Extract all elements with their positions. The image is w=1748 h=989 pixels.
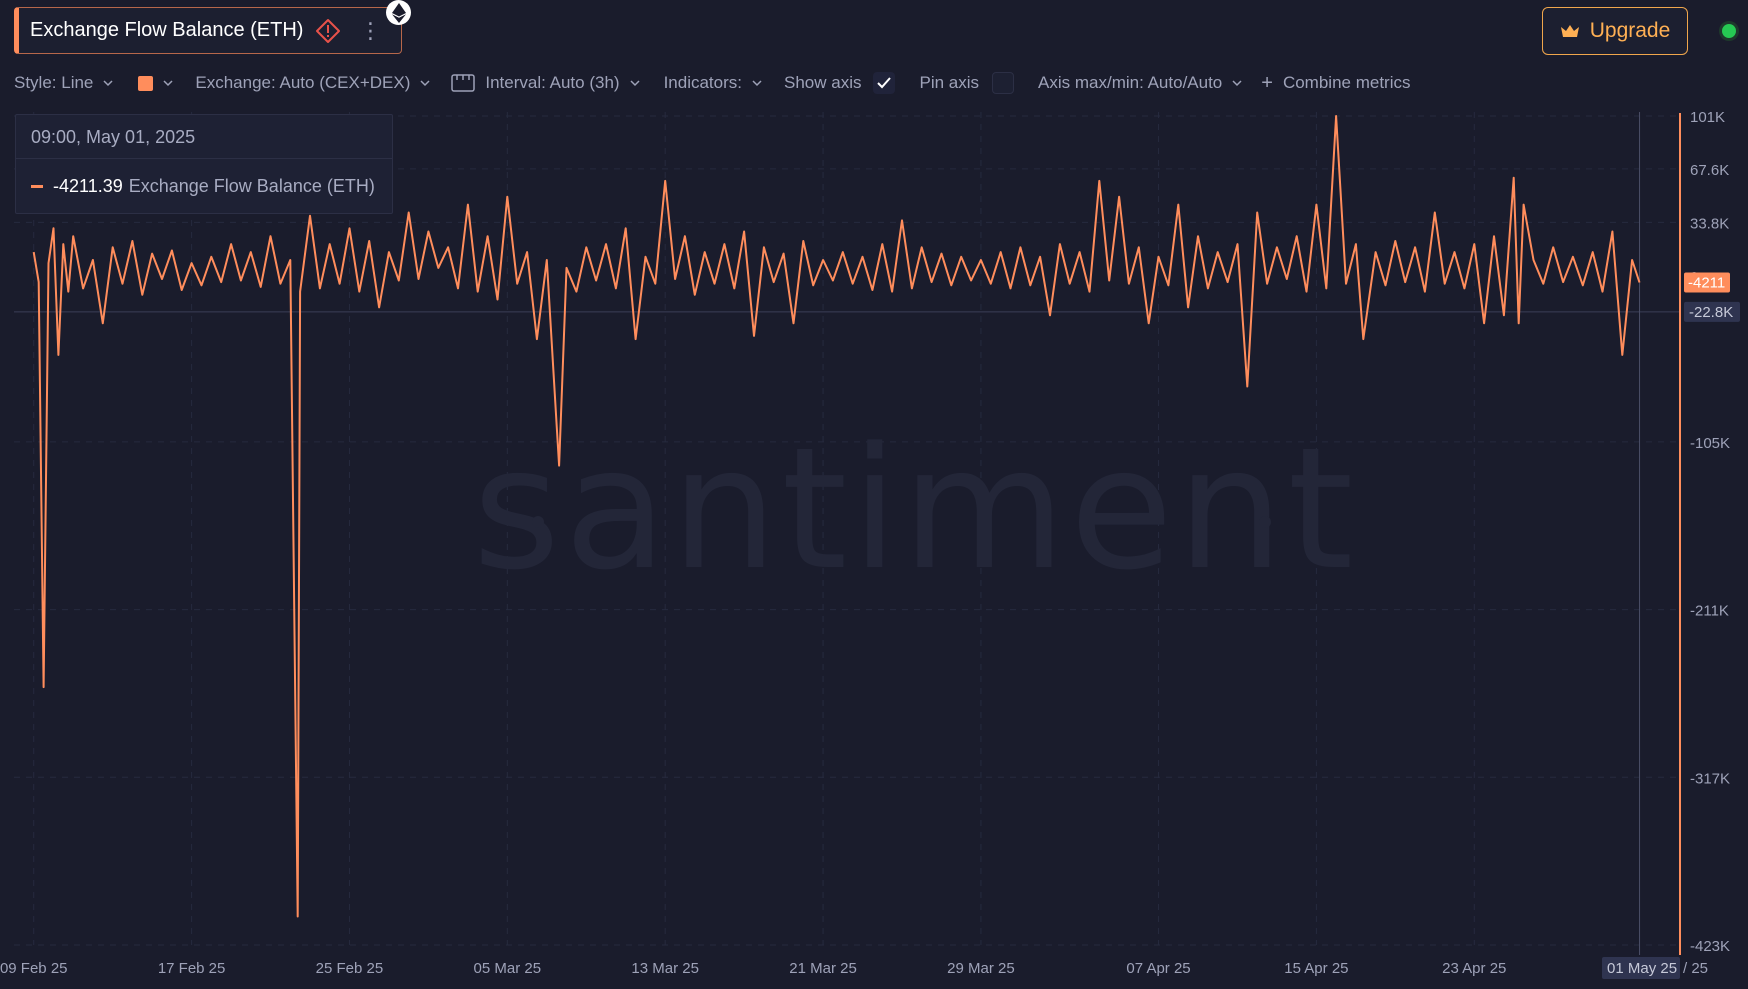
- x-tick-label: 13 Mar 25: [631, 960, 699, 977]
- watermark-dot: [1259, 516, 1271, 528]
- y-tick-label: 33.8K: [1690, 215, 1729, 232]
- x-tick-label: 21 Mar 25: [789, 960, 857, 977]
- series-color-dash: [31, 185, 43, 188]
- tooltip-datetime: 09:00, May 01, 2025: [16, 115, 392, 159]
- x-tick-label: 29 Mar 25: [947, 960, 1015, 977]
- x-tick-label: 09 Feb 25: [0, 960, 68, 977]
- x-tick-label: 05 Mar 25: [474, 960, 542, 977]
- x-tick-label: 15 Apr 25: [1284, 960, 1348, 977]
- watermark-dot: [532, 516, 544, 528]
- x-axis: 09 Feb 25 17 Feb 25 25 Feb 25 05 Mar 25 13 M…: [0, 957, 1708, 979]
- x-tick-label: / 25: [1683, 960, 1708, 977]
- x-tick-label: 25 Feb 25: [316, 960, 384, 977]
- tooltip-series-name: Exchange Flow Balance (ETH): [128, 176, 375, 196]
- reference-value-label: -22.8K: [1689, 304, 1733, 321]
- x-tick-label: 23 Apr 25: [1442, 960, 1506, 977]
- chart-tooltip: 09:00, May 01, 2025 -4211.39 Exchange Fl…: [15, 114, 393, 214]
- y-tick-label: -423K: [1690, 938, 1730, 955]
- y-tick-label: 101K: [1690, 109, 1725, 126]
- active-x-label: 01 May 25: [1607, 960, 1677, 977]
- y-tick-label: -105K: [1690, 435, 1730, 452]
- y-tick-label: -211K: [1690, 603, 1729, 620]
- y-axis: 101K67.6K33.8K-105K-211K-317K-423K0-22.8…: [1684, 109, 1740, 955]
- watermark: santiment: [473, 411, 1358, 607]
- x-tick-label: 07 Apr 25: [1126, 960, 1190, 977]
- tooltip-value: -4211.39: [53, 176, 123, 196]
- y-tick-label: 67.6K: [1690, 162, 1729, 179]
- y-tick-label: -317K: [1690, 770, 1730, 787]
- x-tick-label: 17 Feb 25: [158, 960, 226, 977]
- current-value-label: -4211: [1688, 274, 1725, 291]
